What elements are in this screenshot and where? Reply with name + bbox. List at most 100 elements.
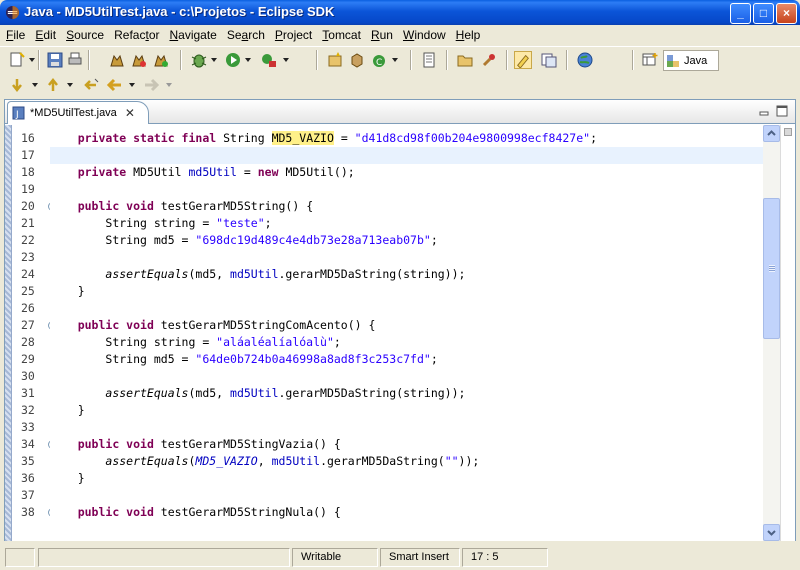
run-icon[interactable] [224,51,242,69]
code-line[interactable] [50,487,763,504]
next-annotation-icon[interactable] [8,76,26,94]
previous-annotation-icon[interactable] [44,76,62,94]
forward-icon[interactable] [142,76,160,94]
menu-item[interactable]: Navigate [165,26,222,44]
code-token: testGerarMD5StingVazia() { [153,437,341,451]
code-line[interactable]: public void testGerarMD5String() { [50,198,763,215]
menu-item[interactable]: Tomcat [318,26,367,44]
vertical-scrollbar[interactable] [763,125,780,541]
editor-pane: J *MD5UtilTest.java ✕ 16 17 18 19 20 21 22 23 24… [4,99,796,541]
tab-close-icon[interactable]: ✕ [125,106,135,120]
scroll-down-button[interactable] [763,524,780,541]
new-wizard-icon[interactable] [8,51,26,69]
code-token: } [77,403,85,417]
code-line[interactable] [50,181,763,198]
code-token: , [257,454,272,468]
toggle-mark-occurrences-icon[interactable] [514,51,532,69]
external-tools-dropdown-arrow[interactable] [283,58,289,62]
scrollbar-grip [769,265,775,272]
search-icon[interactable] [480,51,498,69]
debug-dropdown-arrow[interactable] [211,58,217,62]
new-dropdown-arrow[interactable] [29,58,35,62]
debug-icon[interactable] [190,51,208,69]
code-line[interactable]: } [50,402,763,419]
code-line[interactable] [50,368,763,385]
scroll-up-arrow-icon [767,130,776,136]
open-type-icon[interactable] [420,51,438,69]
previous-annotation-dropdown-arrow[interactable] [67,83,73,87]
menu-item[interactable]: Window [399,26,452,44]
code-line[interactable]: public void testGerarMD5StingVazia() { [50,436,763,453]
show-source-selected-icon[interactable] [540,51,558,69]
new-java-project-icon[interactable] [326,51,344,69]
back-icon[interactable] [106,76,124,94]
java-perspective-button[interactable]: Java [663,50,719,71]
menu-item[interactable]: Refactor [110,26,165,44]
menu-item[interactable]: Search [223,26,271,44]
back-dropdown-arrow[interactable] [129,83,135,87]
svg-text:J: J [15,110,19,120]
code-line[interactable]: assertEquals(md5, md5Util.gerarMD5DaStri… [50,266,763,283]
code-line[interactable]: String md5 = "64de0b724b0a46998a8ad8f3c2… [50,351,763,368]
code-line[interactable] [50,419,763,436]
close-button[interactable]: × [776,3,797,24]
new-java-package-icon[interactable] [348,51,366,69]
external-tools-icon[interactable] [260,51,278,69]
menu-mnemonic: W [402,28,415,42]
minimize-editor-icon[interactable] [757,104,771,118]
code-line[interactable]: assertEquals(md5, md5Util.gerarMD5DaStri… [50,385,763,402]
menu-item[interactable]: Source [62,26,110,44]
menu-item[interactable]: File [2,26,31,44]
new-java-class-icon[interactable]: C [370,51,388,69]
print-icon[interactable] [66,51,84,69]
status-writable: Writable [292,548,378,567]
code-line[interactable] [50,249,763,266]
run-dropdown-arrow[interactable] [245,58,251,62]
web-browser-icon[interactable] [576,51,594,69]
maximize-button[interactable]: □ [753,3,774,24]
maximize-editor-icon[interactable] [775,104,789,118]
code-token: testGerarMD5StringNula() { [153,505,341,519]
scrollbar-thumb[interactable] [763,198,780,339]
tomcat-restart-icon[interactable] [152,51,170,69]
code-token: "teste" [216,216,265,230]
menu-label-rest: rch [248,28,265,42]
code-line[interactable]: public void testGerarMD5StringNula() { [50,504,763,521]
code-line[interactable]: String string = "teste"; [50,215,763,232]
open-perspective-icon[interactable] [642,52,658,68]
code-line[interactable] [50,300,763,317]
new-class-dropdown-arrow[interactable] [392,58,398,62]
menu-item[interactable]: Run [367,26,399,44]
menu-label-prefix: Se [226,28,242,42]
last-edit-location-icon[interactable] [82,76,100,94]
code-line[interactable]: String md5 = "698dc19d489c4e4db73e28a713… [50,232,763,249]
code-line[interactable]: private static final String MD5_VAZIO = … [50,130,763,147]
code-line[interactable]: private MD5Util md5Util = new MD5Util(); [50,164,763,181]
status-message-area [38,548,290,567]
code-line[interactable]: public void testGerarMD5StringComAcento(… [50,317,763,334]
editor-tab-md5utiltest[interactable]: J *MD5UtilTest.java ✕ [7,101,149,124]
code-line[interactable]: } [50,283,763,300]
tomcat-stop-icon[interactable] [130,51,148,69]
code-editor[interactable]: private static final String MD5_VAZIO = … [50,125,763,541]
code-line[interactable]: String string = "aláaléalíalóalù"; [50,334,763,351]
code-line[interactable] [50,147,763,164]
menu-item[interactable]: Edit [31,26,62,44]
open-folder-icon[interactable] [456,51,474,69]
code-line[interactable]: } [50,470,763,487]
save-icon[interactable] [46,51,64,69]
code-token: public void [77,199,154,213]
scroll-up-button[interactable] [763,125,780,142]
line-number: 34 [21,437,35,451]
code-line[interactable]: assertEquals(MD5_VAZIO, md5Util.gerarMD5… [50,453,763,470]
tomcat-start-icon[interactable] [108,51,126,69]
forward-dropdown-arrow[interactable] [166,83,172,87]
code-token: .gerarMD5DaString(string)); [278,386,466,400]
minimize-button[interactable]: _ [730,3,751,24]
menu-item[interactable]: Project [271,26,318,44]
menu-item[interactable]: Help [452,26,487,44]
next-annotation-dropdown-arrow[interactable] [32,83,38,87]
